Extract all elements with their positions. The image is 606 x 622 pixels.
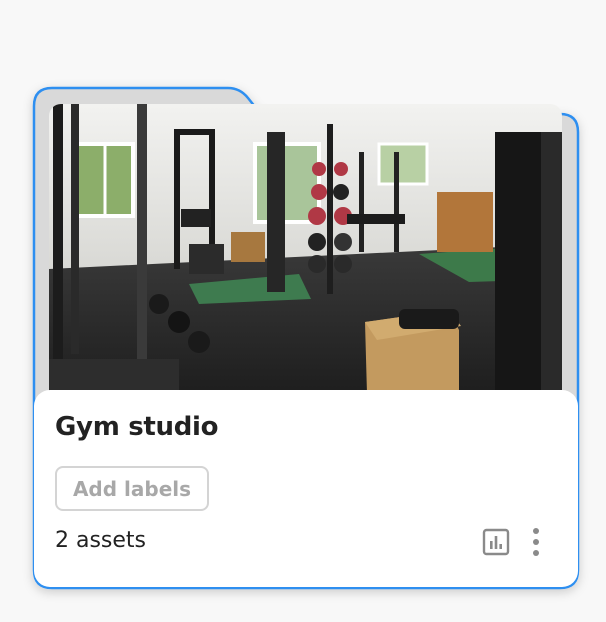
more-options-button[interactable] <box>525 526 547 558</box>
stats-button[interactable] <box>481 527 511 557</box>
more-vertical-icon-dot <box>533 539 539 545</box>
folder-card[interactable]: Gym studio Add labels 2 assets <box>0 0 606 622</box>
add-labels-button[interactable]: Add labels <box>55 466 209 511</box>
folder-info-panel: Gym studio Add labels 2 assets <box>34 390 578 587</box>
gym-interior-photo <box>49 104 562 394</box>
more-vertical-icon-dot <box>533 550 539 556</box>
more-vertical-icon-dot <box>533 528 539 534</box>
folder-thumbnail <box>49 104 562 394</box>
bar-chart-icon <box>482 528 510 556</box>
asset-count: 2 assets <box>55 528 147 553</box>
folder-title[interactable]: Gym studio <box>55 412 219 442</box>
